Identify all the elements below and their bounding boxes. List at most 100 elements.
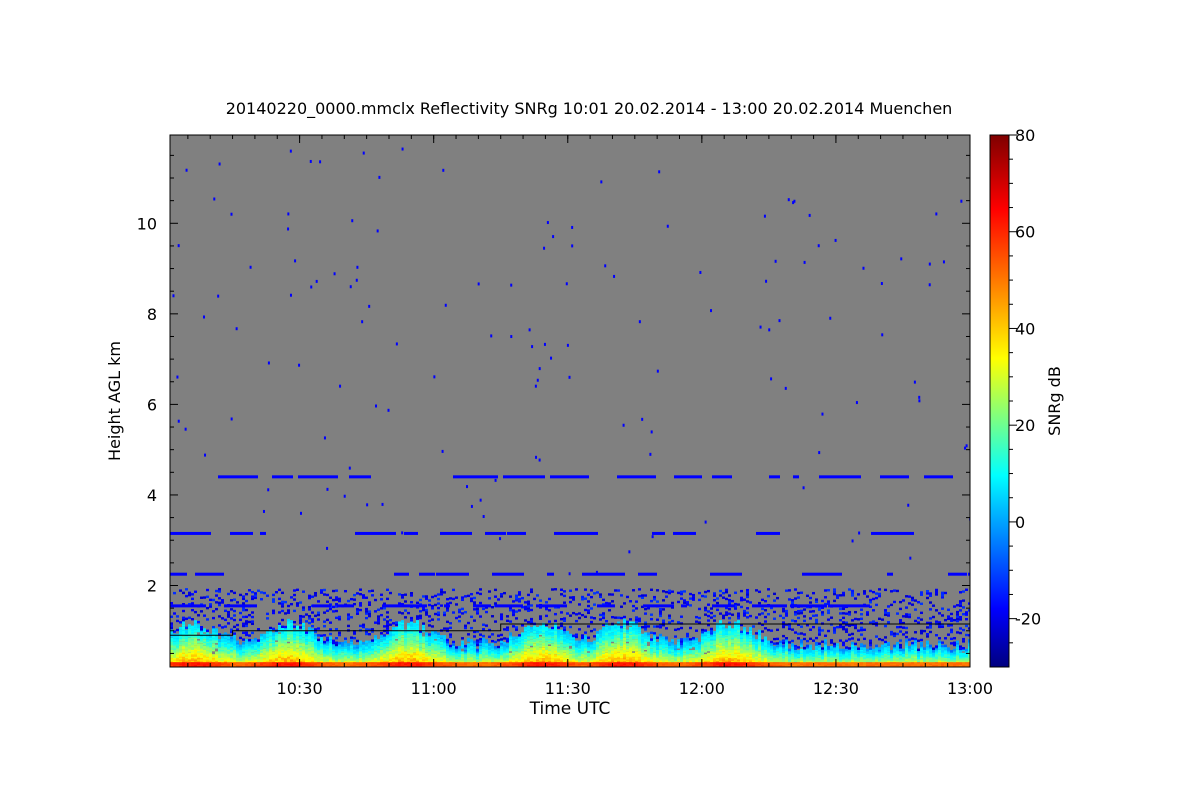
- echo-cell: [722, 591, 725, 595]
- echo-cell: [239, 644, 242, 648]
- echo-cell: [332, 651, 335, 655]
- echo-cell: [191, 593, 194, 596]
- echo-cell: [245, 631, 248, 634]
- echo-cell: [620, 625, 623, 629]
- echo-cell: [530, 639, 533, 642]
- echo-cell: [182, 591, 185, 595]
- echo-cell: [410, 601, 413, 604]
- echo-cell: [593, 635, 596, 638]
- echo-cell: [182, 621, 185, 625]
- echo-cell: [233, 618, 236, 622]
- echo-cell: [704, 629, 707, 632]
- echo-cell: [611, 600, 614, 603]
- echo-cell: [335, 598, 338, 601]
- echo-cell: [605, 650, 608, 653]
- echo-cell: [179, 626, 182, 630]
- echo-cell: [482, 648, 485, 652]
- echo-cell: [536, 626, 539, 630]
- echo-cell: [497, 598, 500, 601]
- echo-cell: [182, 609, 185, 613]
- echo-cell: [662, 608, 665, 611]
- echo-cell: [344, 640, 347, 644]
- echo-cell: [656, 589, 659, 592]
- echo-cell: [518, 600, 521, 603]
- echo-cell: [464, 644, 467, 648]
- echo-cell: [425, 652, 428, 656]
- echo-cell: [614, 635, 617, 638]
- echo-cell: [329, 632, 332, 636]
- echo-cell: [233, 632, 236, 635]
- echo-cell: [512, 609, 515, 612]
- echo-cell: [290, 596, 293, 599]
- echo-cell: [278, 597, 281, 601]
- echo-cell: [680, 640, 683, 643]
- echo-cell: [623, 633, 626, 637]
- echo-cell: [359, 608, 362, 612]
- echo-cell: [452, 640, 455, 644]
- echo-cell: [365, 616, 368, 620]
- echo-cell: [662, 644, 665, 648]
- echo-cell: [302, 615, 305, 618]
- echo-cell: [707, 610, 710, 613]
- echo-cell: [485, 624, 488, 627]
- echo-cell: [560, 643, 563, 646]
- echo-cell: [527, 620, 530, 624]
- echo-cell: [512, 600, 515, 603]
- echo-cell: [248, 643, 251, 646]
- echo-cell: [704, 590, 707, 594]
- echo-cell: [227, 610, 230, 614]
- echo-cell: [308, 626, 311, 630]
- echo-cell: [188, 593, 191, 597]
- echo-cell: [416, 615, 419, 618]
- echo-cell: [389, 591, 392, 595]
- echo-cell: [368, 590, 371, 593]
- echo-cell: [461, 596, 464, 599]
- echo-cell: [662, 590, 665, 593]
- echo-cell: [602, 626, 605, 630]
- echo-cell: [221, 601, 224, 604]
- echo-cell: [428, 636, 431, 640]
- echo-cell: [335, 609, 338, 613]
- echo-cell: [305, 631, 308, 634]
- echo-cell: [176, 615, 179, 618]
- echo-cell: [494, 595, 497, 598]
- echo-cell: [665, 647, 668, 650]
- echo-cell: [440, 588, 443, 591]
- echo-cell: [578, 616, 581, 620]
- echo-cell: [338, 631, 341, 634]
- echo-cell: [218, 639, 221, 642]
- echo-cell: [512, 613, 515, 617]
- echo-cell: [614, 648, 617, 652]
- echo-cell: [596, 591, 599, 594]
- echo-cell: [317, 613, 320, 617]
- echo-cell: [197, 614, 200, 617]
- echo-cell: [305, 641, 308, 645]
- echo-cell: [722, 631, 725, 634]
- echo-cell: [245, 620, 248, 623]
- echo-cell: [299, 639, 302, 642]
- echo-cell: [611, 593, 614, 596]
- echo-cell: [305, 613, 308, 616]
- echo-cell: [677, 627, 680, 631]
- echo-cell: [545, 607, 548, 611]
- echo-cell: [617, 652, 620, 656]
- echo-cell: [659, 633, 662, 637]
- echo-cell: [182, 641, 185, 645]
- echo-cell: [242, 597, 245, 601]
- echo-cell: [206, 636, 209, 640]
- echo-cell: [410, 616, 413, 620]
- echo-cell: [227, 615, 230, 618]
- echo-cell: [479, 601, 482, 605]
- echo-cell: [194, 632, 197, 636]
- echo-cell: [365, 596, 368, 599]
- echo-cell: [215, 644, 218, 648]
- echo-cell: [686, 632, 689, 636]
- echo-cell: [380, 598, 383, 601]
- echo-cell: [380, 613, 383, 617]
- echo-cell: [689, 597, 692, 600]
- echo-cell: [455, 646, 458, 649]
- echo-cell: [281, 618, 284, 622]
- echo-cell: [638, 633, 641, 637]
- echo-cell: [635, 607, 638, 610]
- echo-cell: [290, 620, 293, 623]
